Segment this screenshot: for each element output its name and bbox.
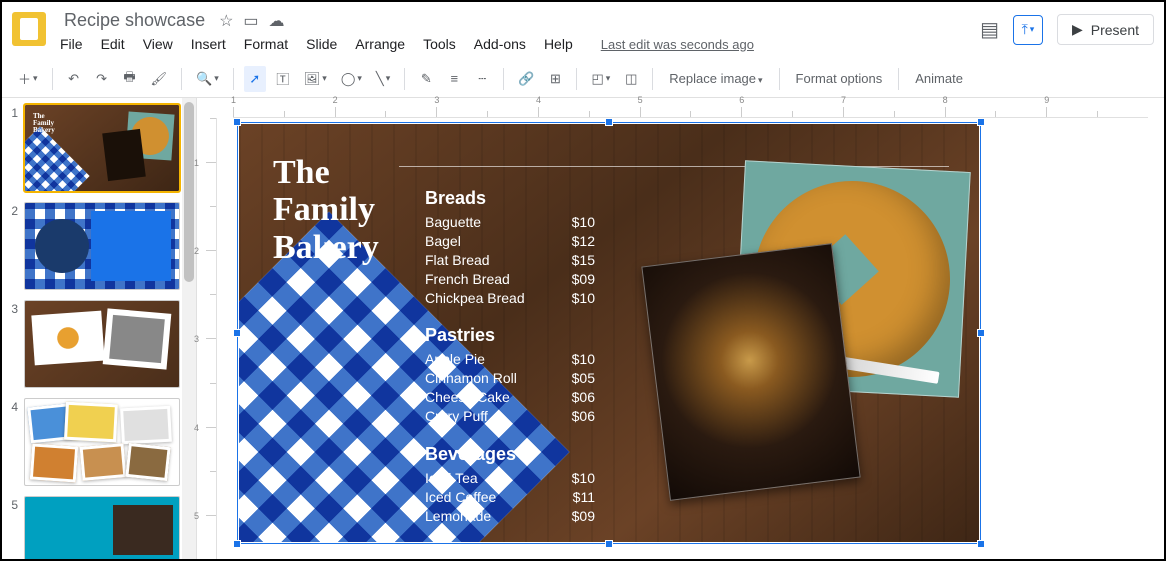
app-header: Recipe showcase ☆ ▭ ☁ File Edit View Ins… [2,2,1164,60]
menu-heading: Pastries [425,325,595,346]
cloud-status-icon[interactable]: ☁ [269,11,285,31]
textbox-tool[interactable]: 🅃 [272,66,294,92]
present-button[interactable]: ▶ Present [1057,14,1154,45]
replace-image-button[interactable]: Replace image▾ [663,71,768,86]
menu-item: Curry Puff$06 [425,407,595,426]
workspace: 1 TheFamilyBakery 2 3 4 5 123456789 [2,98,1164,559]
play-icon: ▶ [1072,21,1083,38]
menu-insert[interactable]: Insert [191,36,226,52]
title-line: Family [273,191,379,228]
menu-edit[interactable]: Edit [101,36,125,52]
menu-heading: Beverages [425,444,595,465]
vertical-ruler: 12345 [197,118,217,559]
toolbar: ＋▾ ↶ ↷ 🖶 🖌 🔍▾ ➚ 🅃 🖼▾ ◯▾ ╲▾ ✎ ≡ ┄ 🔗 ⊞ ◰▾ … [2,60,1164,98]
share-button[interactable]: ⤒▾ [1013,15,1043,45]
comments-icon[interactable]: ▤ [980,17,999,42]
menu-item: Lemonade$09 [425,507,595,526]
select-tool[interactable]: ➚ [244,66,266,92]
mask-button[interactable]: ◫ [620,66,642,92]
slide-number: 5 [6,496,18,559]
slide-stage[interactable]: The Family Bakery Breads Baguette$10Bagel… [239,124,979,542]
menu-item: Flat Bread$15 [425,251,595,270]
slide-thumbnail-5[interactable]: 5 [6,496,192,559]
last-edit-link[interactable]: Last edit was seconds ago [601,37,754,52]
redo-button[interactable]: ↷ [91,66,113,92]
print-button[interactable]: 🖶 [119,66,141,92]
slide-number: 1 [6,104,18,192]
menu-tools[interactable]: Tools [423,36,456,52]
animate-button[interactable]: Animate [909,71,969,86]
slide-thumbnail-2[interactable]: 2 [6,202,192,290]
menu-textbox[interactable]: Breads Baguette$10Bagel$12Flat Bread$15Fr… [425,188,595,542]
zoom-button[interactable]: 🔍▾ [192,66,223,92]
link-button[interactable]: 🔗 [514,66,538,92]
menu-item: Apple Pie$10 [425,350,595,369]
title-line: Bakery [273,229,379,266]
slide-canvas[interactable]: The Family Bakery Breads Baguette$10Bagel… [239,124,979,542]
image-tool[interactable]: 🖼▾ [300,66,331,92]
crop-button[interactable]: ◰▾ [587,66,614,92]
shape-tool[interactable]: ◯▾ [337,66,366,92]
paint-format-button[interactable]: 🖌 [147,66,172,92]
menu-slide[interactable]: Slide [306,36,337,52]
menu-addons[interactable]: Add-ons [474,36,526,52]
slide-thumbnail-1[interactable]: 1 TheFamilyBakery [6,104,192,192]
border-color-button[interactable]: ✎ [415,66,437,92]
horizontal-ruler: 123456789 [233,98,1148,118]
border-weight-button[interactable]: ≡ [443,66,465,92]
slide-thumbnail-3[interactable]: 3 [6,300,192,388]
slide-number: 3 [6,300,18,388]
menu-file[interactable]: File [60,36,83,52]
title-line: The [273,154,379,191]
menu-item: Baguette$10 [425,213,595,232]
slide-number: 4 [6,398,18,486]
menu-item: Iced Tea$10 [425,469,595,488]
present-label: Present [1091,22,1139,38]
new-slide-button[interactable]: ＋▾ [14,66,42,92]
menu-bar: File Edit View Insert Format Slide Arran… [60,36,980,52]
menu-item: Chickpea Bread$10 [425,289,595,308]
move-icon[interactable]: ▭ [243,11,258,31]
format-options-button[interactable]: Format options [790,71,889,86]
menu-item: Cheese Cake$06 [425,388,595,407]
border-dash-button[interactable]: ┄ [471,66,493,92]
comment-button[interactable]: ⊞ [544,66,566,92]
menu-arrange[interactable]: Arrange [355,36,405,52]
menu-format[interactable]: Format [244,36,288,52]
menu-item: Cinnamon Roll$05 [425,369,595,388]
star-icon[interactable]: ☆ [219,11,233,31]
slide-title[interactable]: The Family Bakery [273,154,379,266]
menu-item: Bagel$12 [425,232,595,251]
canvas-area[interactable]: 123456789 12345 The Family Bakery Breads… [197,98,1164,559]
title-area: Recipe showcase ☆ ▭ ☁ File Edit View Ins… [60,8,980,52]
slide-panel[interactable]: 1 TheFamilyBakery 2 3 4 5 [2,98,197,559]
bread-image[interactable] [641,243,860,501]
menu-help[interactable]: Help [544,36,573,52]
line-tool[interactable]: ╲▾ [372,66,394,92]
document-title[interactable]: Recipe showcase [60,8,209,33]
menu-view[interactable]: View [143,36,173,52]
slides-logo [12,12,46,46]
slide-number: 2 [6,202,18,290]
slide-thumbnail-4[interactable]: 4 [6,398,192,486]
menu-item: French Bread$09 [425,270,595,289]
undo-button[interactable]: ↶ [63,66,85,92]
menu-item: Iced Coffee$11 [425,488,595,507]
menu-heading: Breads [425,188,595,209]
